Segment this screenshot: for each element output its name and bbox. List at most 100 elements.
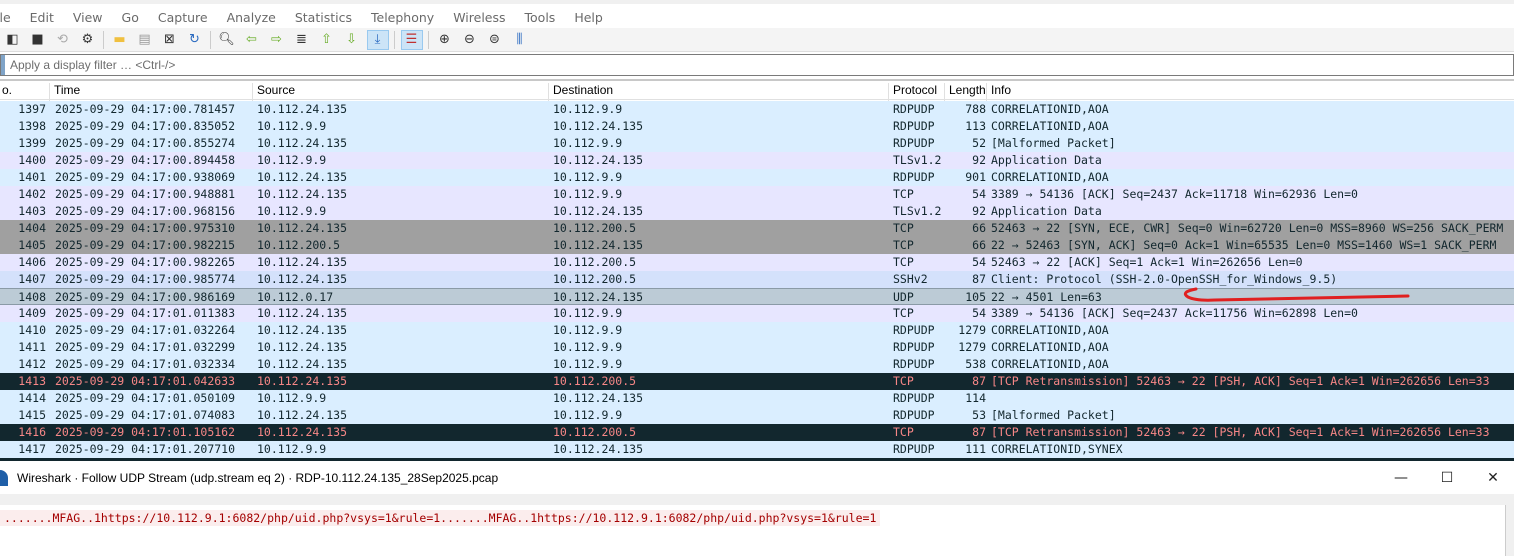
menu-help[interactable]: Help: [574, 10, 603, 25]
column-time[interactable]: Time: [50, 83, 253, 101]
packet-no: 1405: [18, 238, 46, 252]
packet-dst: 10.112.200.5: [553, 425, 637, 439]
column-protocol[interactable]: Protocol: [889, 83, 945, 101]
packet-dst: 10.112.24.135: [553, 153, 644, 167]
menu-analyze[interactable]: Analyze: [227, 10, 276, 25]
menu-statistics[interactable]: Statistics: [295, 10, 352, 25]
packet-proto: RDPUDP: [893, 357, 935, 371]
column-destination[interactable]: Destination: [549, 83, 889, 101]
packet-list-header: o. Time Source Destination Protocol Leng…: [0, 79, 1514, 101]
colorize-icon[interactable]: ☰: [400, 29, 423, 50]
reload-icon[interactable]: ⟲: [53, 30, 73, 50]
packet-row[interactable]: 1408 2025-09-29 04:17:00.986169 10.112.0.1…: [0, 288, 1514, 305]
packet-row[interactable]: 1397 2025-09-29 04:17:00.781457 10.112.24.…: [0, 101, 1514, 118]
packet-row[interactable]: 1404 2025-09-29 04:17:00.975310 10.112.24.…: [0, 220, 1514, 237]
maximize-icon[interactable]: ☐: [1424, 461, 1470, 494]
resize-columns-icon[interactable]: ⫼: [510, 30, 530, 50]
first-packet-icon[interactable]: ⇧: [317, 30, 337, 50]
menu-tools[interactable]: Tools: [525, 10, 556, 25]
follow-stream-title-bar: Wireshark · Follow UDP Stream (udp.strea…: [0, 461, 1514, 494]
go-back-icon[interactable]: ⇦: [242, 30, 262, 50]
packet-row[interactable]: 1409 2025-09-29 04:17:01.011383 10.112.24.…: [0, 305, 1514, 322]
go-forward-icon[interactable]: ⇨: [267, 30, 287, 50]
packet-row[interactable]: 1407 2025-09-29 04:17:00.985774 10.112.24.…: [0, 271, 1514, 288]
menu-capture[interactable]: Capture: [158, 10, 208, 25]
packet-row[interactable]: 1412 2025-09-29 04:17:01.032334 10.112.24.…: [0, 356, 1514, 373]
packet-row[interactable]: 1416 2025-09-29 04:17:01.105162 10.112.24.…: [0, 424, 1514, 441]
find-packet-icon[interactable]: 🔍︎: [217, 30, 237, 50]
packet-row[interactable]: 1417 2025-09-29 04:17:01.207710 10.112.9.9…: [0, 441, 1514, 458]
packet-len: 113: [965, 119, 986, 133]
packet-time: 2025-09-29 04:17:00.986169: [55, 290, 236, 304]
last-packet-icon[interactable]: ⇩: [342, 30, 362, 50]
separator: [210, 30, 211, 49]
separator: [428, 30, 429, 49]
main-toolbar: ◧ ■ ⟲ ⚙ ▬ ▤ ⊠ ↻ 🔍︎ ⇦ ⇨ ≣ ⇧ ⇩ ⤓ ☰ ⊕ ⊖ ⊜ ⫼: [0, 28, 1514, 52]
packet-time: 2025-09-29 04:17:00.781457: [55, 102, 236, 116]
capture-options-icon[interactable]: ⚙: [78, 30, 98, 50]
column-source[interactable]: Source: [253, 83, 549, 101]
packet-src: 10.112.24.135: [257, 306, 348, 320]
open-file-icon[interactable]: ▬: [110, 30, 130, 50]
menu-ile[interactable]: ile: [0, 10, 11, 25]
minimize-icon[interactable]: —: [1378, 461, 1424, 494]
packet-row[interactable]: 1411 2025-09-29 04:17:01.032299 10.112.24.…: [0, 339, 1514, 356]
packet-row[interactable]: 1400 2025-09-29 04:17:00.894458 10.112.9.9…: [0, 152, 1514, 169]
packet-row[interactable]: 1403 2025-09-29 04:17:00.968156 10.112.9.9…: [0, 203, 1514, 220]
packet-row[interactable]: 1398 2025-09-29 04:17:00.835052 10.112.9.9…: [0, 118, 1514, 135]
packet-info: CORRELATIONID,AOA: [991, 102, 1109, 116]
stream-content[interactable]: .......MFAG..1https://10.112.9.1:6082/ph…: [0, 505, 1506, 556]
packet-info: Application Data: [991, 204, 1102, 218]
menu-view[interactable]: View: [73, 10, 103, 25]
packet-info: [Malformed Packet]: [991, 408, 1116, 422]
packet-dst: 10.112.200.5: [553, 221, 637, 235]
packet-dst: 10.112.24.135: [553, 391, 644, 405]
menu-go[interactable]: Go: [122, 10, 139, 25]
packet-no: 1400: [18, 153, 46, 167]
packet-row[interactable]: 1402 2025-09-29 04:17:00.948881 10.112.24.…: [0, 186, 1514, 203]
packet-len: 52: [972, 136, 986, 150]
packet-row[interactable]: 1413 2025-09-29 04:17:01.042633 10.112.24.…: [0, 373, 1514, 390]
packet-time: 2025-09-29 04:17:01.011383: [55, 306, 236, 320]
column-length[interactable]: Length: [945, 83, 987, 101]
packet-row[interactable]: 1410 2025-09-29 04:17:01.032264 10.112.24.…: [0, 322, 1514, 339]
stop-capture-icon[interactable]: ■: [28, 30, 48, 50]
wireshark-fin-icon: [0, 469, 8, 486]
packet-info: Client: Protocol (SSH-2.0-OpenSSH_for_Wi…: [991, 272, 1338, 286]
close-file-icon[interactable]: ⊠: [160, 30, 180, 50]
column-info[interactable]: Info: [987, 83, 1514, 101]
packet-row[interactable]: 1415 2025-09-29 04:17:01.074083 10.112.24.…: [0, 407, 1514, 424]
packet-no: 1414: [18, 391, 46, 405]
packet-info: CORRELATIONID,AOA: [991, 323, 1109, 337]
menu-telephony[interactable]: Telephony: [371, 10, 434, 25]
packet-len: 87: [972, 374, 986, 388]
zoom-reset-icon[interactable]: ⊜: [485, 30, 505, 50]
packet-proto: RDPUDP: [893, 442, 935, 456]
close-icon[interactable]: ✕: [1470, 461, 1514, 494]
zoom-in-icon[interactable]: ⊕: [435, 30, 455, 50]
column-no[interactable]: o.: [0, 83, 50, 101]
restart-capture-icon[interactable]: ◧: [3, 30, 23, 50]
display-filter-input[interactable]: Apply a display filter … <Ctrl-/>: [0, 54, 1514, 76]
packet-dst: 10.112.9.9: [553, 136, 623, 150]
packet-row[interactable]: 1406 2025-09-29 04:17:00.982265 10.112.24.…: [0, 254, 1514, 271]
save-file-icon[interactable]: ▤: [135, 30, 155, 50]
packet-proto: RDPUDP: [893, 119, 935, 133]
packet-no: 1416: [18, 425, 46, 439]
packet-row[interactable]: 1405 2025-09-29 04:17:00.982215 10.112.200…: [0, 237, 1514, 254]
go-to-packet-icon[interactable]: ≣: [292, 30, 312, 50]
zoom-out-icon[interactable]: ⊖: [460, 30, 480, 50]
menu-wireless[interactable]: Wireless: [453, 10, 505, 25]
packet-no: 1408: [18, 290, 46, 304]
packet-time: 2025-09-29 04:17:00.968156: [55, 204, 236, 218]
reload-file-icon[interactable]: ↻: [185, 30, 205, 50]
packet-row[interactable]: 1401 2025-09-29 04:17:00.938069 10.112.24.…: [0, 169, 1514, 186]
packet-src: 10.112.9.9: [257, 204, 327, 218]
autoscroll-icon[interactable]: ⤓: [366, 29, 389, 50]
packet-row[interactable]: 1399 2025-09-29 04:17:00.855274 10.112.24.…: [0, 135, 1514, 152]
packet-info: 52463 → 22 [SYN, ECE, CWR] Seq=0 Win=627…: [991, 221, 1504, 235]
menu-edit[interactable]: Edit: [30, 10, 54, 25]
packet-len: 92: [972, 153, 986, 167]
packet-row[interactable]: 1414 2025-09-29 04:17:01.050109 10.112.9.9…: [0, 390, 1514, 407]
packet-dst: 10.112.9.9: [553, 357, 623, 371]
